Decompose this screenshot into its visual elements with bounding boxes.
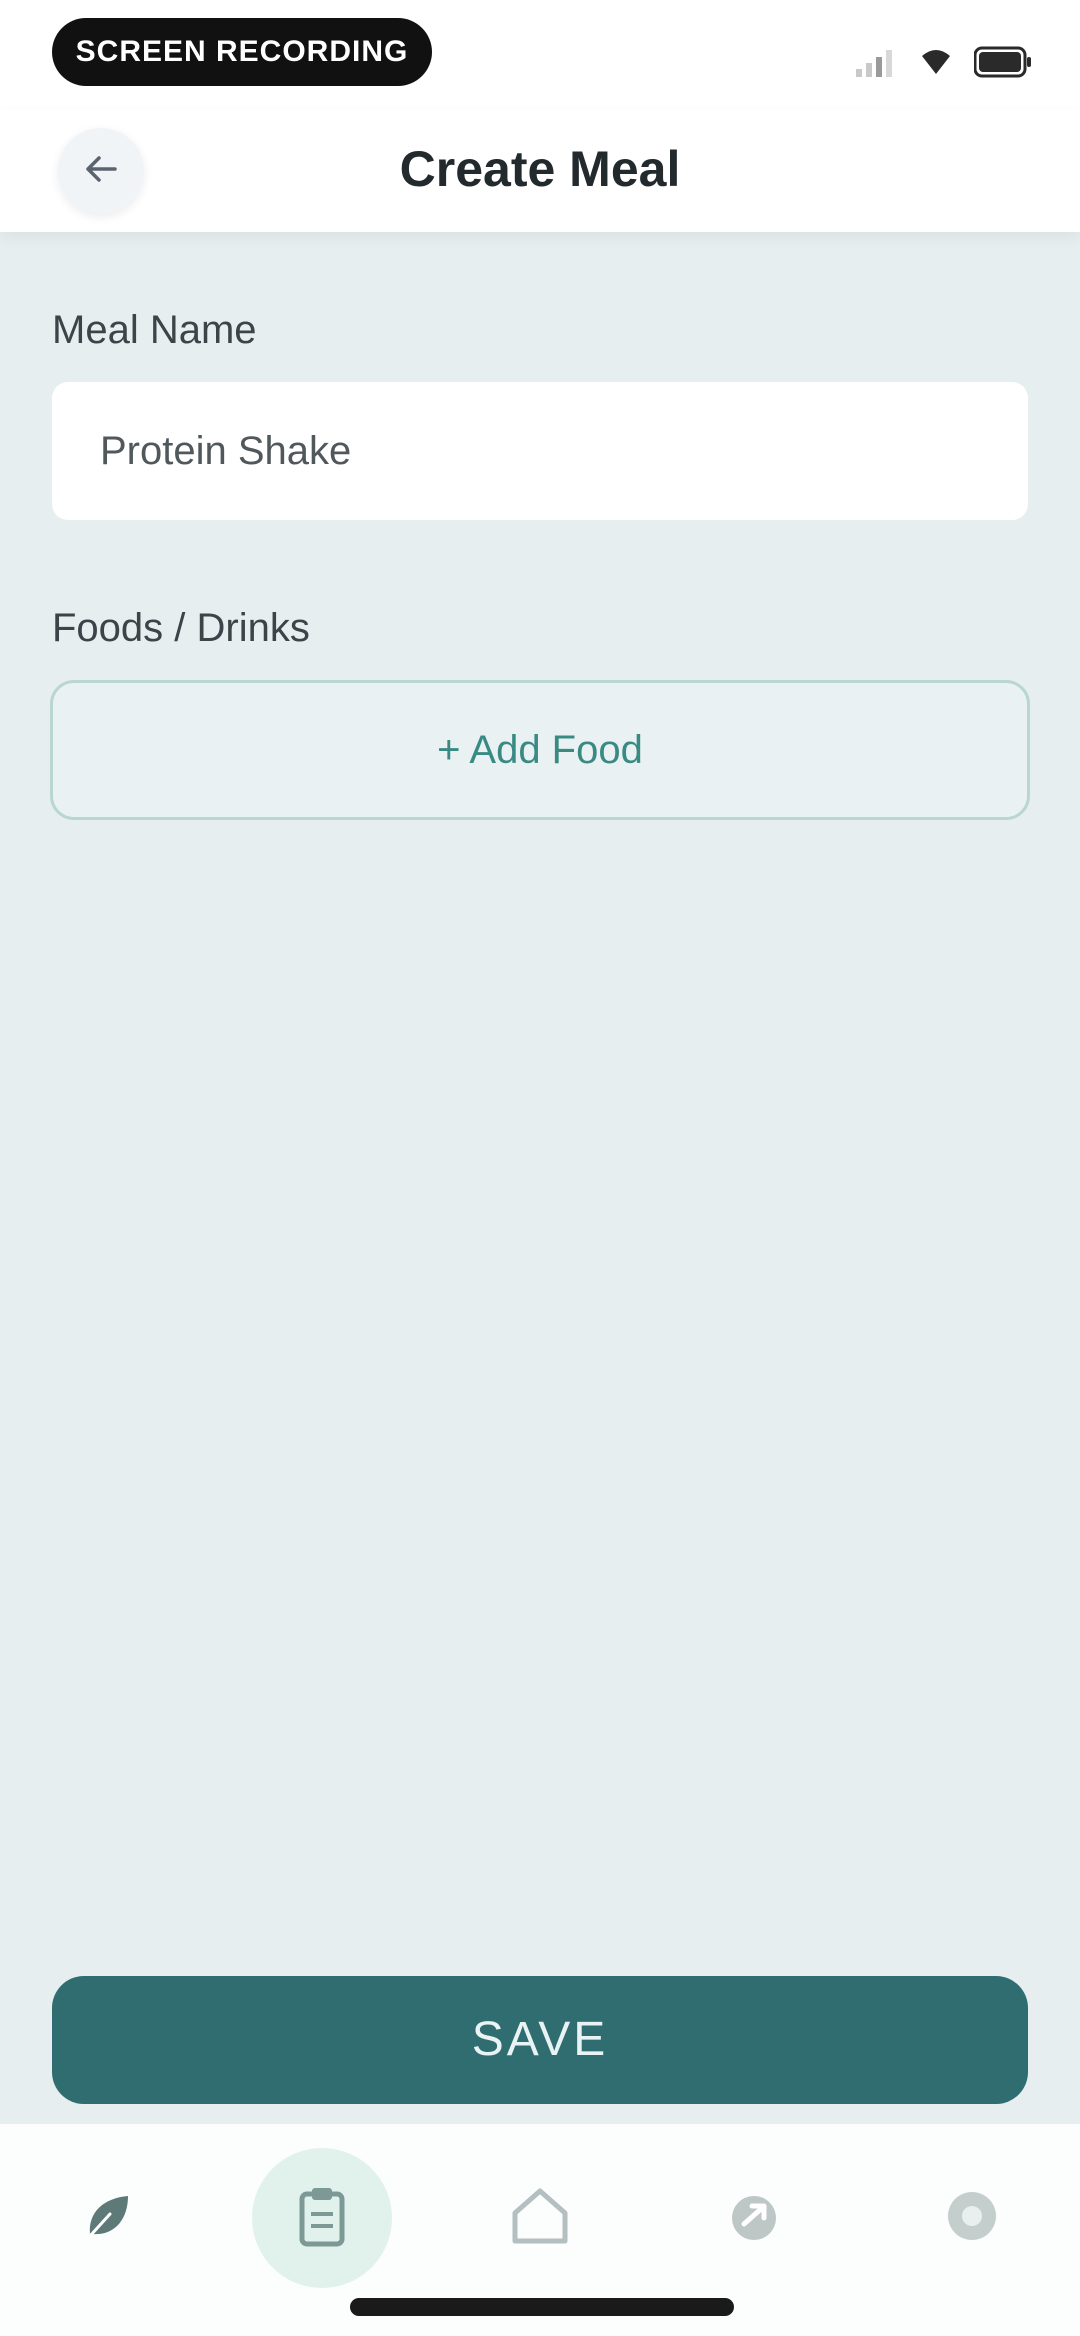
- status-bar: SCREEN RECORDING: [0, 0, 1080, 110]
- page-title: Create Meal: [399, 141, 681, 197]
- wifi-icon: [920, 48, 952, 76]
- save-button[interactable]: SAVE: [52, 1976, 1028, 2104]
- leaf-icon: [76, 2184, 140, 2253]
- foods-drinks-label: Foods / Drinks: [52, 606, 310, 650]
- meal-name-label: Meal Name: [52, 308, 257, 352]
- battery-icon: [974, 46, 1032, 78]
- nav-item-nutrition[interactable]: [38, 2148, 178, 2288]
- home-icon: [507, 2185, 573, 2252]
- clipboard-icon: [294, 2184, 350, 2253]
- app-header: Create Meal: [0, 110, 1080, 232]
- status-icons: [854, 42, 1032, 82]
- nav-item-share[interactable]: [684, 2148, 824, 2288]
- settings-icon: [940, 2184, 1004, 2253]
- screen-recording-pill: SCREEN RECORDING: [52, 18, 432, 86]
- signal-icon: [854, 47, 898, 77]
- meal-name-input[interactable]: [52, 382, 1028, 520]
- nav-item-home[interactable]: [470, 2148, 610, 2288]
- nav-item-settings[interactable]: [902, 2148, 1042, 2288]
- share-icon: [722, 2184, 786, 2253]
- nav-item-meals[interactable]: [252, 2148, 392, 2288]
- home-indicator: [350, 2298, 734, 2316]
- add-food-button[interactable]: + Add Food: [50, 680, 1030, 820]
